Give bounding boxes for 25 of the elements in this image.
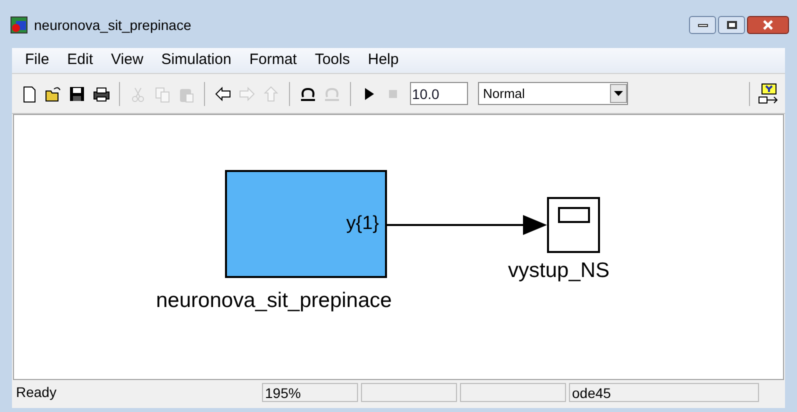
window-title: neuronova_sit_prepinace [34, 16, 192, 35]
close-icon [762, 20, 774, 30]
menu-item[interactable]: Edit [58, 49, 102, 72]
app-icon [10, 16, 28, 34]
port-label: y{1} [346, 212, 379, 236]
maximize-button[interactable] [718, 16, 745, 34]
minimize-button[interactable] [689, 16, 716, 34]
menu-item[interactable]: Tools [306, 49, 359, 72]
close-button[interactable] [747, 16, 789, 34]
block-label: vystup_NS [508, 258, 610, 284]
menu-item[interactable]: Simulation [152, 49, 240, 72]
library-icon[interactable] [757, 82, 779, 104]
menu-item[interactable]: Help [358, 49, 408, 72]
menu-item[interactable]: View [102, 49, 152, 72]
status-text: Ready [15, 382, 58, 402]
status-panel: ode45 [569, 382, 759, 402]
block-label: neuronova_sit_prepinace [156, 288, 392, 314]
subsystem-block[interactable]: y{1} [225, 170, 387, 278]
stop-time-field[interactable]: 10.0 [410, 82, 468, 105]
scope-block[interactable] [547, 197, 600, 253]
menu-item[interactable]: File [16, 49, 58, 72]
menu-item[interactable]: Format [240, 49, 306, 72]
mode-dropdown[interactable]: Normal [478, 82, 628, 105]
dropdown-arrow-icon [614, 91, 623, 96]
status-panel: 195% [262, 382, 358, 402]
